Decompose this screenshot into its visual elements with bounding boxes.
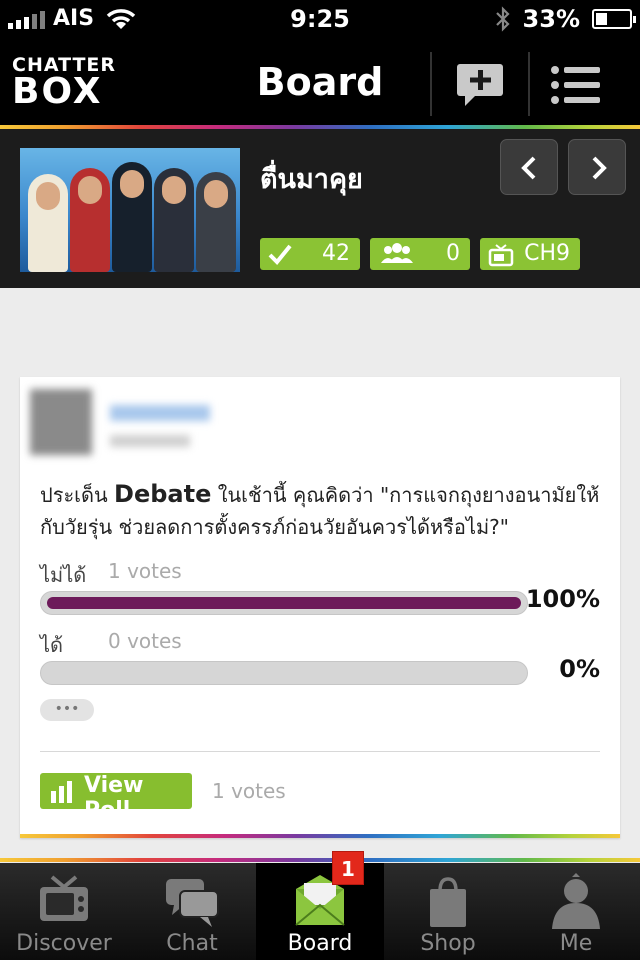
view-poll-button[interactable]: View Poll [40,773,192,823]
nav-bar: CHATTER BOX Board [0,40,640,125]
option-label: ไม่ได้ [40,563,87,587]
channel-badge[interactable]: CH9 [480,238,580,270]
checkin-badge[interactable]: 42 [260,238,360,270]
bar-chart-icon [51,781,72,803]
card-rainbow-divider [20,834,620,838]
tab-label: Discover [16,931,112,956]
tv-icon [488,244,514,267]
tab-label: Chat [166,931,218,956]
total-votes: 1 votes [212,779,286,803]
tab-me[interactable]: Me [512,863,640,960]
divider [40,751,600,752]
tabbar-rainbow-divider [0,858,640,862]
option-bar[interactable] [40,591,528,615]
tab-label: Me [559,931,593,956]
post-time-blurred [110,435,190,447]
checkin-count: 42 [322,241,350,266]
person-icon [552,873,600,929]
avatar[interactable] [30,389,92,455]
question-prefix: ประเด็น [40,483,108,507]
channel-name: CH9 [524,241,570,266]
chat-bubbles-icon [166,879,219,927]
checkmark-icon [268,244,292,265]
tab-chat[interactable]: Chat [128,863,256,960]
tab-discover[interactable]: Discover [0,863,128,960]
option-percent: 0% [559,655,600,683]
board-notification-badge: 1 [332,851,364,885]
option-percent: 100% [525,585,600,613]
poll-question: ประเด็น Debate ในเช้านี้ คุณคิดว่า "การแ… [40,478,600,543]
status-bar: AIS 9:25 33% [0,0,640,40]
next-button[interactable] [568,139,626,195]
tab-board[interactable]: Board [256,863,384,960]
tab-bar: Discover Chat Board Shop Me [0,863,640,960]
more-options-button[interactable]: ••• [40,699,94,721]
compose-icon[interactable] [455,62,507,108]
previous-button[interactable] [500,139,558,195]
author-name-blurred[interactable] [110,405,210,421]
battery-percent: 33% [522,5,580,33]
option-label: ได้ [40,633,64,657]
option-votes: 0 votes [108,629,182,653]
group-icon [381,243,413,263]
show-header: ตื่นมาคุย 42 0 CH9 [0,129,640,288]
chevron-right-icon [592,156,607,180]
poll-card: ประเด็น Debate ในเช้านี้ คุณคิดว่า "การแ… [20,377,620,838]
members-count: 0 [446,241,460,266]
tv-icon [40,875,88,921]
question-highlight: Debate [114,480,212,508]
chevron-left-icon [521,156,536,180]
shopping-bag-icon [430,877,466,927]
tab-label: Board [287,931,353,956]
show-title: ตื่นมาคุย [260,164,363,195]
option-bar[interactable] [40,661,528,685]
tab-shop[interactable]: Shop [384,863,512,960]
bluetooth-icon [495,6,510,32]
page-title: Board [256,60,384,104]
show-thumbnail[interactable] [20,148,240,272]
tab-label: Shop [420,931,476,956]
view-poll-label: View Poll [84,773,144,823]
battery-icon [592,9,636,29]
members-badge[interactable]: 0 [370,238,470,270]
option-votes: 1 votes [108,559,182,583]
menu-icon[interactable] [550,62,602,108]
